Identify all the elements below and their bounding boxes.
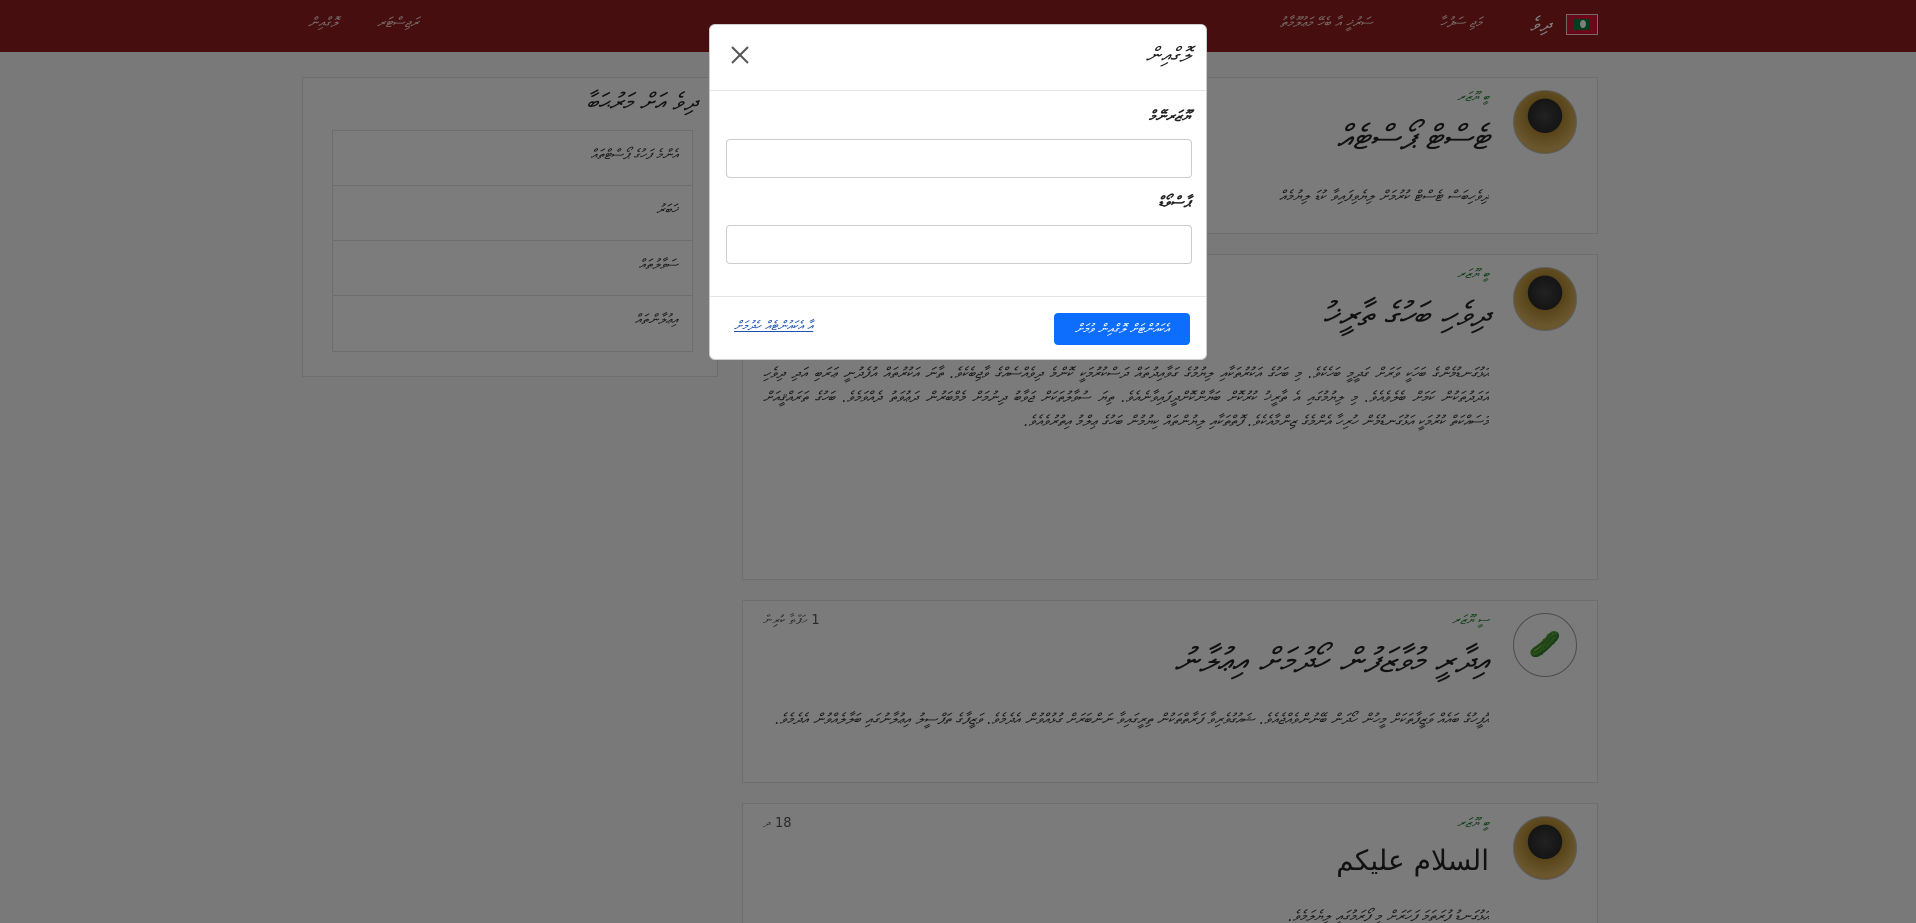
modal-footer: އެކައުންޓަށް ލޮގްއިން ވުމަށް އާ އެކައުން… — [710, 296, 1206, 359]
password-label: ޕާސްވޯޑް — [1158, 193, 1190, 211]
username-label: ޔޫޒަރނޭމް — [1148, 107, 1190, 125]
login-modal: ލޮގްއިން ޔޫޒަރނޭމް ޕާސްވޯޑް އެކައުންޓަށް… — [709, 24, 1207, 360]
login-button[interactable]: އެކައުންޓަށް ލޮގްއިން ވުމަށް — [1054, 313, 1190, 345]
password-input[interactable] — [726, 225, 1192, 264]
modal-header: ލޮގްއިން — [710, 25, 1206, 91]
modal-title: ލޮގްއިން — [1145, 43, 1190, 67]
username-input[interactable] — [726, 139, 1192, 178]
register-link[interactable]: އާ އެކައުންޓެއް ހެދުމަށް — [734, 319, 813, 334]
close-icon[interactable] — [728, 43, 752, 67]
